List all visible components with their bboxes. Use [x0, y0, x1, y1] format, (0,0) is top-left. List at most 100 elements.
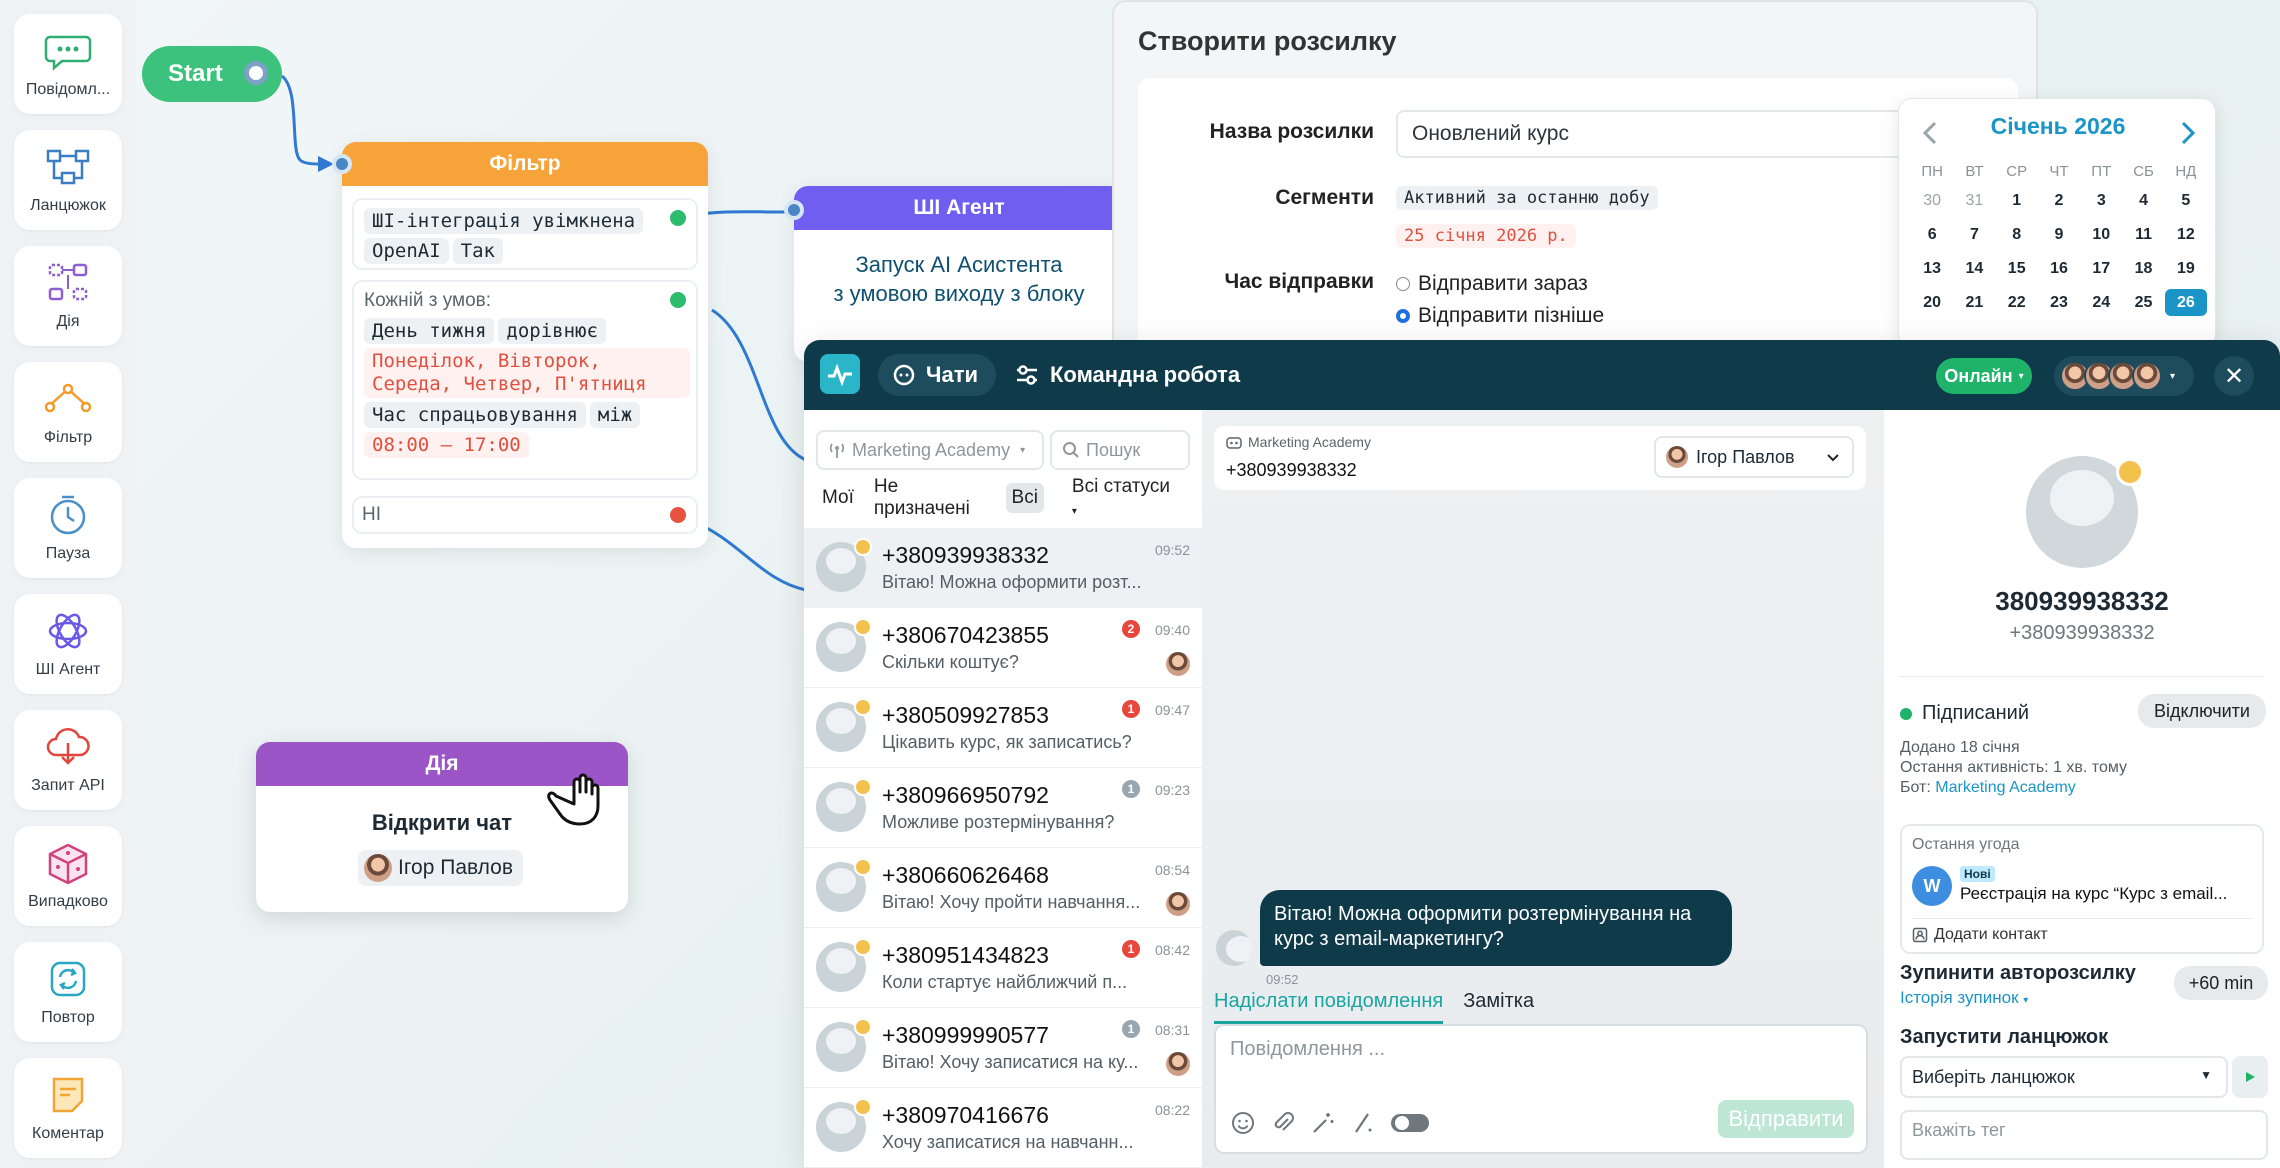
status-dropdown[interactable]: Онлайн ▾: [1936, 358, 2032, 394]
calendar-day[interactable]: 13: [1911, 255, 1953, 282]
calendar-day[interactable]: 8: [1996, 221, 2038, 248]
calendar-day[interactable]: 6: [1911, 221, 1953, 248]
calendar-day[interactable]: 21: [1953, 289, 1995, 316]
app-logo[interactable]: [820, 354, 860, 394]
conversation-item[interactable]: +380951434823 Коли стартує найближчий п..…: [804, 928, 1202, 1008]
tag-input[interactable]: Вкажіть тег: [1900, 1110, 2268, 1160]
conversation-item[interactable]: +380970416676 Хочу записатися на навчанн.…: [804, 1088, 1202, 1168]
action-node[interactable]: Дія Відкрити чат Ігор Павлов: [256, 742, 628, 912]
tool-action[interactable]: Дія: [14, 246, 122, 346]
status-filter-dropdown[interactable]: Всі статуси ▾: [1060, 472, 1196, 524]
run-chain-button[interactable]: [2232, 1056, 2268, 1098]
calendar-day[interactable]: 20: [1911, 289, 1953, 316]
calendar-day[interactable]: 1: [1996, 187, 2038, 214]
calendar-day[interactable]: 22: [1996, 289, 2038, 316]
output-port-green[interactable]: [670, 210, 686, 226]
search-input[interactable]: Пошук: [1050, 430, 1190, 470]
tool-repeat[interactable]: Повтор: [14, 942, 122, 1042]
tool-message[interactable]: Повідомл...: [14, 14, 122, 114]
calendar-day[interactable]: 25: [2122, 289, 2164, 316]
calendar-day[interactable]: 9: [2038, 221, 2080, 248]
start-node[interactable]: Start: [142, 46, 282, 102]
agent-input-port[interactable]: [784, 200, 804, 220]
chain-select[interactable]: Виберіть ланцюжок ▼: [1900, 1056, 2228, 1098]
ai-agent-node[interactable]: ШІ Агент Запуск AI Асистента з умовою ви…: [784, 186, 1124, 362]
send-button[interactable]: Відправити: [1718, 1100, 1854, 1138]
send-now-radio[interactable]: Відправити зараз: [1396, 272, 1588, 296]
calendar-day[interactable]: 24: [2080, 289, 2122, 316]
filter-tab-unassigned[interactable]: Не призначені: [868, 472, 998, 524]
campaign-name-input[interactable]: [1396, 110, 1976, 158]
calendar-day[interactable]: 2: [2038, 187, 2080, 214]
close-button[interactable]: ✕: [2214, 356, 2254, 396]
add-contact-button[interactable]: Додати контакт: [1912, 926, 2048, 944]
tab-send-message[interactable]: Надіслати повідомлення: [1214, 990, 1444, 1024]
calendar-day[interactable]: 5: [2165, 187, 2207, 214]
calendar-day[interactable]: 15: [1996, 255, 2038, 282]
conversation-item[interactable]: +380509927853 Цікавить курс, як записатис…: [804, 688, 1202, 768]
calendar-day[interactable]: 16: [2038, 255, 2080, 282]
conversation-item[interactable]: +380999990577 Вітаю! Хочу записатися на к…: [804, 1008, 1202, 1088]
filter-tab-mine[interactable]: Мої: [816, 483, 860, 513]
emoji-icon[interactable]: [1230, 1110, 1256, 1136]
team-avatars[interactable]: ▾: [2054, 356, 2194, 396]
sliders-icon: [1017, 365, 1037, 385]
tool-label: Повідомл...: [25, 81, 111, 98]
tool-api-request[interactable]: Запит API: [14, 710, 122, 810]
conversation-item[interactable]: +380670423855 Скільки коштує? 09:40 2: [804, 608, 1202, 688]
tab-chats[interactable]: Чати: [878, 354, 996, 396]
last-deal-card[interactable]: Остання угода W Нові Реєстрація на курс …: [1900, 824, 2264, 954]
conversation-item[interactable]: +380939938332 Вітаю! Можна оформити розт.…: [804, 528, 1202, 608]
calendar-day[interactable]: 14: [1953, 255, 1995, 282]
output-port-red[interactable]: [670, 507, 686, 523]
bot-link[interactable]: Marketing Academy: [1935, 779, 2076, 796]
tab-teamwork[interactable]: Командна робота: [1014, 354, 1240, 396]
add-60-min-button[interactable]: +60 min: [2174, 966, 2268, 1000]
calendar-day[interactable]: 3: [2080, 187, 2122, 214]
assignee-select[interactable]: Ігор Павлов: [1654, 436, 1854, 478]
account-select[interactable]: Marketing Academy ▾: [816, 430, 1044, 470]
segment-chip[interactable]: Активний за останню добу: [1396, 186, 1658, 210]
tool-comment[interactable]: Коментар: [14, 1058, 122, 1158]
tool-ai-agent[interactable]: ШІ Агент: [14, 594, 122, 694]
tab-note[interactable]: Замітка: [1463, 990, 1534, 1024]
calendar-day[interactable]: 31: [1953, 187, 1995, 214]
attachment-icon[interactable]: [1270, 1110, 1296, 1136]
calendar-day[interactable]: 17: [2080, 255, 2122, 282]
calendar-day[interactable]: 11: [2122, 221, 2164, 248]
filter-condition-2[interactable]: Кожній з умов: День тижня дорівнює Понеді…: [352, 280, 698, 480]
message-composer[interactable]: Повідомлення ... Відправити: [1214, 1024, 1868, 1154]
calendar-day[interactable]: 19: [2165, 255, 2207, 282]
segment-chip-date[interactable]: 25 січня 2026 р.: [1396, 224, 1576, 248]
calendar-day[interactable]: 12: [2165, 221, 2207, 248]
translate-toggle-icon[interactable]: [1390, 1110, 1430, 1136]
tool-random[interactable]: Випадково: [14, 826, 122, 926]
magic-wand-icon[interactable]: [1310, 1110, 1336, 1136]
filter-else-branch[interactable]: НІ: [352, 496, 698, 534]
tool-chain[interactable]: Ланцюжок: [14, 130, 122, 230]
filter-icon: [44, 383, 92, 413]
conversation-item[interactable]: +380660626468 Вітаю! Хочу пройти навчання…: [804, 848, 1202, 928]
send-later-radio[interactable]: Відправити пізніше: [1396, 304, 1604, 328]
calendar-day[interactable]: 7: [1953, 221, 1995, 248]
calendar-day[interactable]: 18: [2122, 255, 2164, 282]
filter-tab-all[interactable]: Всі: [1005, 483, 1044, 513]
calendar-day[interactable]: 4: [2122, 187, 2164, 214]
conversation-time: 09:47: [1154, 702, 1190, 718]
filter-node[interactable]: Фільтр ШІ-інтеграція увімкнена OpenAI Так…: [332, 142, 708, 548]
slash-command-icon[interactable]: [1350, 1110, 1376, 1136]
output-port-green[interactable]: [670, 292, 686, 308]
calendar-day[interactable]: 30: [1911, 187, 1953, 214]
filter-input-port[interactable]: [332, 154, 352, 174]
filter-condition-1[interactable]: ШІ-інтеграція увімкнена OpenAI Так: [352, 198, 698, 270]
tool-filter[interactable]: Фільтр: [14, 362, 122, 462]
stop-history-dropdown[interactable]: Історія зупинок ▾: [1900, 988, 2028, 1008]
calendar-day[interactable]: 23: [2038, 289, 2080, 316]
tool-pause[interactable]: Пауза: [14, 478, 122, 578]
chevron-right-icon[interactable]: [2177, 119, 2197, 147]
calendar-day[interactable]: 26: [2164, 289, 2207, 316]
start-output-port[interactable]: [244, 61, 268, 85]
calendar-day[interactable]: 10: [2080, 221, 2122, 248]
conversation-item[interactable]: +380966950792 Можливе розтермінування? 09:…: [804, 768, 1202, 848]
unsubscribe-button[interactable]: Відключити: [2138, 694, 2266, 728]
